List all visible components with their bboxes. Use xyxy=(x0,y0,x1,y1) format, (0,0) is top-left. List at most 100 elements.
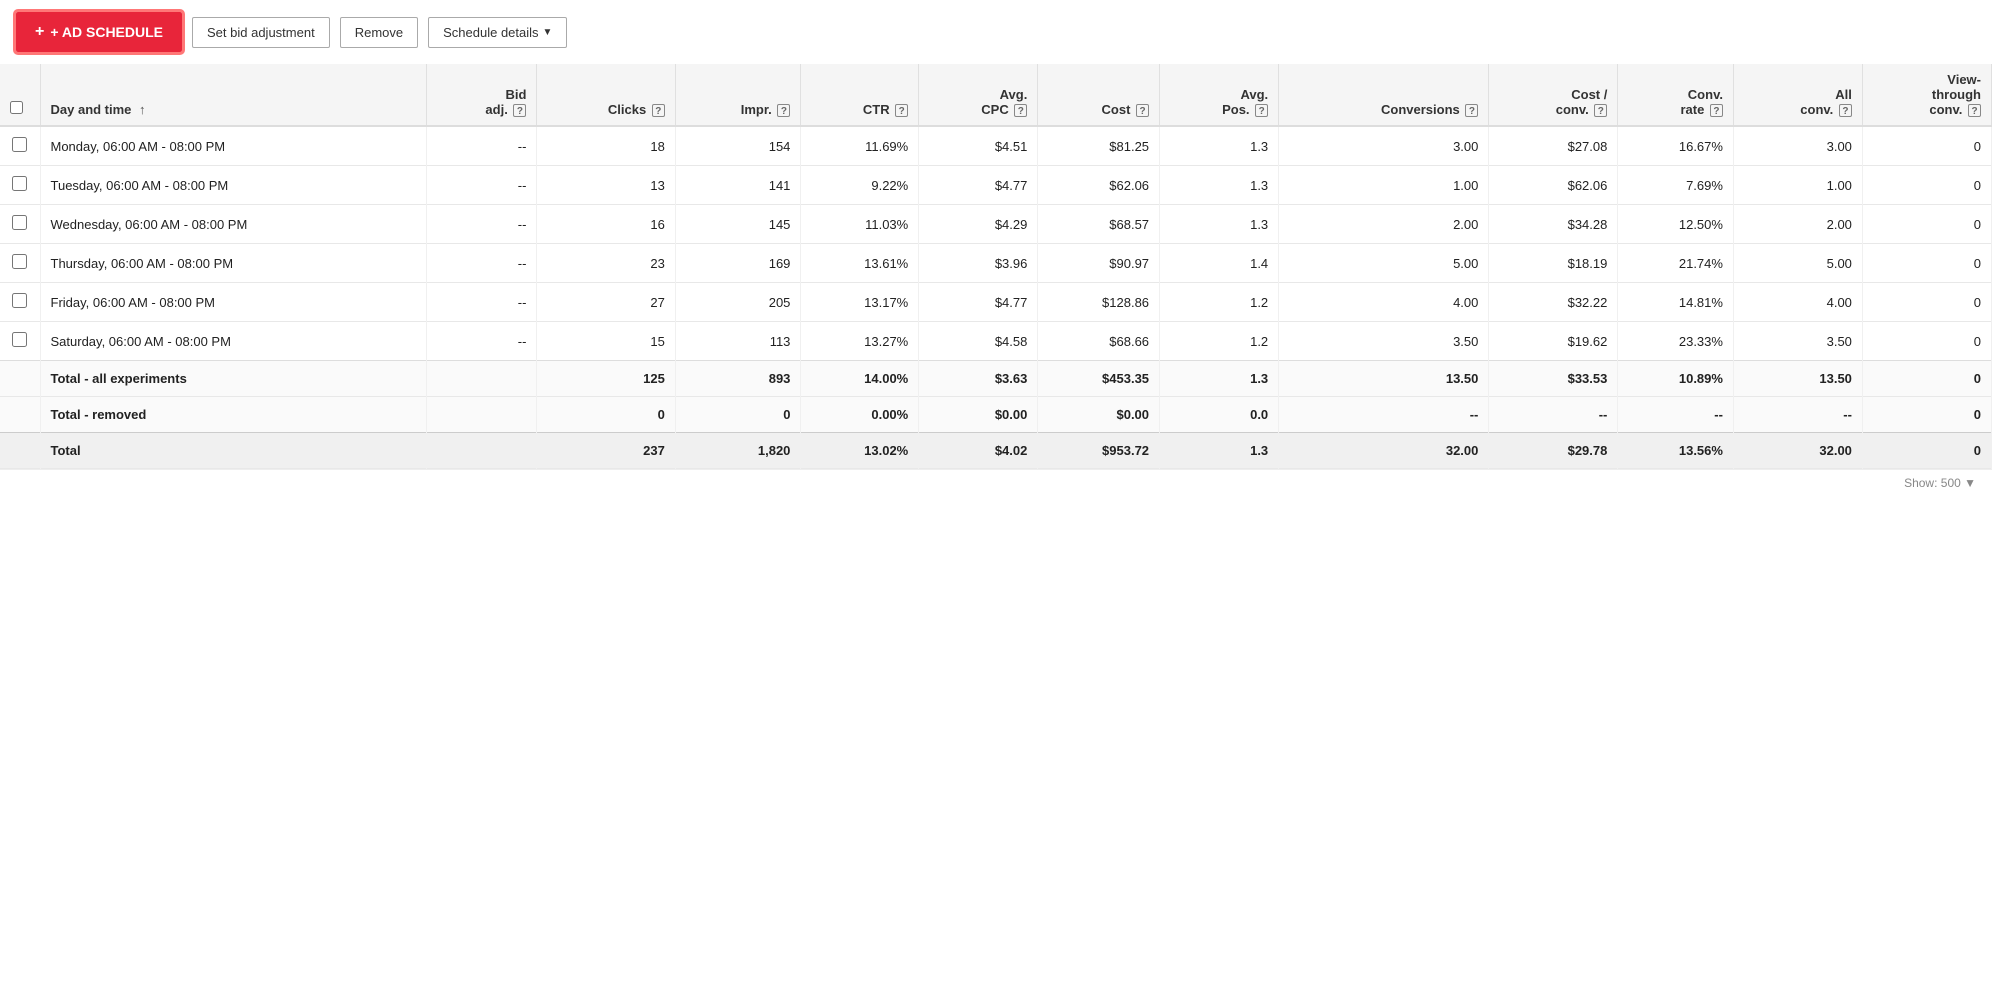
row-conv-rate: 23.33% xyxy=(1618,322,1734,361)
row-checkbox[interactable] xyxy=(12,176,27,191)
col-bid-adj[interactable]: Bidadj. ? xyxy=(427,64,537,126)
row-bid-adj: -- xyxy=(427,126,537,166)
row-impr: 205 xyxy=(675,283,801,322)
row-checkbox-cell xyxy=(0,166,40,205)
row-conv-rate: 14.81% xyxy=(1618,283,1734,322)
row-all-conv: 4.00 xyxy=(1733,283,1862,322)
grand-total-conversions: 32.00 xyxy=(1279,433,1489,469)
add-schedule-button[interactable]: + + AD SCHEDULE xyxy=(16,12,182,52)
row-checkbox[interactable] xyxy=(12,293,27,308)
row-day-time: Friday, 06:00 AM - 08:00 PM xyxy=(40,283,427,322)
impr-help-icon[interactable]: ? xyxy=(777,104,790,117)
total-exp-bid-adj xyxy=(427,361,537,397)
grand-total-label: Total xyxy=(40,433,427,469)
view-through-help-icon[interactable]: ? xyxy=(1968,104,1981,117)
col-ctr[interactable]: CTR ? xyxy=(801,64,919,126)
row-day-time: Tuesday, 06:00 AM - 08:00 PM xyxy=(40,166,427,205)
col-all-conv[interactable]: Allconv. ? xyxy=(1733,64,1862,126)
row-view-through: 0 xyxy=(1862,166,1991,205)
grand-total-row: Total 237 1,820 13.02% $4.02 $953.72 1.3… xyxy=(0,433,1992,469)
row-conversions: 2.00 xyxy=(1279,205,1489,244)
total-rem-all-conv: -- xyxy=(1733,397,1862,433)
ad-schedule-table-container: Day and time ↑ Bidadj. ? Clicks ? Impr. … xyxy=(0,64,1992,469)
row-checkbox[interactable] xyxy=(12,137,27,152)
bid-adj-help-icon[interactable]: ? xyxy=(513,104,526,117)
row-clicks: 23 xyxy=(537,244,675,283)
col-checkbox xyxy=(0,64,40,126)
total-removed-row: Total - removed 0 0 0.00% $0.00 $0.00 0.… xyxy=(0,397,1992,433)
row-impr: 169 xyxy=(675,244,801,283)
col-conversions[interactable]: Conversions ? xyxy=(1279,64,1489,126)
remove-button[interactable]: Remove xyxy=(340,17,418,48)
row-cost-conv: $34.28 xyxy=(1489,205,1618,244)
row-day-time: Wednesday, 06:00 AM - 08:00 PM xyxy=(40,205,427,244)
conv-rate-help-icon[interactable]: ? xyxy=(1710,104,1723,117)
col-avg-pos[interactable]: Avg.Pos. ? xyxy=(1160,64,1279,126)
row-all-conv: 5.00 xyxy=(1733,244,1862,283)
row-view-through: 0 xyxy=(1862,244,1991,283)
row-bid-adj: -- xyxy=(427,244,537,283)
row-cost: $90.97 xyxy=(1038,244,1160,283)
total-exp-avg-cpc: $3.63 xyxy=(919,361,1038,397)
row-clicks: 18 xyxy=(537,126,675,166)
row-avg-pos: 1.4 xyxy=(1160,244,1279,283)
ctr-help-icon[interactable]: ? xyxy=(895,104,908,117)
total-exp-impr: 893 xyxy=(675,361,801,397)
col-view-through[interactable]: View-throughconv. ? xyxy=(1862,64,1991,126)
row-day-time: Saturday, 06:00 AM - 08:00 PM xyxy=(40,322,427,361)
select-all-checkbox[interactable] xyxy=(10,101,23,114)
all-conv-help-icon[interactable]: ? xyxy=(1839,104,1852,117)
row-cost: $62.06 xyxy=(1038,166,1160,205)
row-view-through: 0 xyxy=(1862,322,1991,361)
row-all-conv: 3.50 xyxy=(1733,322,1862,361)
total-exp-cost: $453.35 xyxy=(1038,361,1160,397)
col-cost-conv[interactable]: Cost /conv. ? xyxy=(1489,64,1618,126)
row-cost-conv: $27.08 xyxy=(1489,126,1618,166)
col-conv-rate[interactable]: Conv.rate ? xyxy=(1618,64,1734,126)
table-row: Saturday, 06:00 AM - 08:00 PM -- 15 113 … xyxy=(0,322,1992,361)
col-cost[interactable]: Cost ? xyxy=(1038,64,1160,126)
row-bid-adj: -- xyxy=(427,166,537,205)
avg-pos-help-icon[interactable]: ? xyxy=(1255,104,1268,117)
col-day-time-label: Day and time xyxy=(51,102,132,117)
row-day-time: Monday, 06:00 AM - 08:00 PM xyxy=(40,126,427,166)
conversions-help-icon[interactable]: ? xyxy=(1465,104,1478,117)
row-impr: 113 xyxy=(675,322,801,361)
table-row: Monday, 06:00 AM - 08:00 PM -- 18 154 11… xyxy=(0,126,1992,166)
row-avg-pos: 1.3 xyxy=(1160,166,1279,205)
col-day-time[interactable]: Day and time ↑ xyxy=(40,64,427,126)
row-avg-cpc: $4.77 xyxy=(919,166,1038,205)
cost-conv-help-icon[interactable]: ? xyxy=(1594,104,1607,117)
row-avg-pos: 1.3 xyxy=(1160,205,1279,244)
chevron-down-icon: ▼ xyxy=(543,27,553,38)
total-exp-label: Total - all experiments xyxy=(40,361,427,397)
grand-total-clicks: 237 xyxy=(537,433,675,469)
row-checkbox[interactable] xyxy=(12,332,27,347)
cost-help-icon[interactable]: ? xyxy=(1136,104,1149,117)
row-checkbox[interactable] xyxy=(12,215,27,230)
row-cost-conv: $19.62 xyxy=(1489,322,1618,361)
col-impr[interactable]: Impr. ? xyxy=(675,64,801,126)
row-impr: 141 xyxy=(675,166,801,205)
total-exp-ctr: 14.00% xyxy=(801,361,919,397)
row-checkbox[interactable] xyxy=(12,254,27,269)
schedule-details-button[interactable]: Schedule details ▼ xyxy=(428,17,567,48)
avg-cpc-help-icon[interactable]: ? xyxy=(1014,104,1027,117)
col-clicks[interactable]: Clicks ? xyxy=(537,64,675,126)
total-rem-ctr: 0.00% xyxy=(801,397,919,433)
row-avg-pos: 1.2 xyxy=(1160,322,1279,361)
schedule-details-label: Schedule details xyxy=(443,25,538,40)
row-clicks: 13 xyxy=(537,166,675,205)
row-conversions: 3.50 xyxy=(1279,322,1489,361)
total-exp-checkbox xyxy=(0,361,40,397)
set-bid-adjustment-button[interactable]: Set bid adjustment xyxy=(192,17,330,48)
col-conversions-label: Conversions xyxy=(1381,102,1460,117)
total-exp-conv-rate: 10.89% xyxy=(1618,361,1734,397)
grand-total-impr: 1,820 xyxy=(675,433,801,469)
row-all-conv: 1.00 xyxy=(1733,166,1862,205)
clicks-help-icon[interactable]: ? xyxy=(652,104,665,117)
row-checkbox-cell xyxy=(0,322,40,361)
table-row: Friday, 06:00 AM - 08:00 PM -- 27 205 13… xyxy=(0,283,1992,322)
total-rem-impr: 0 xyxy=(675,397,801,433)
col-avg-cpc[interactable]: Avg.CPC ? xyxy=(919,64,1038,126)
